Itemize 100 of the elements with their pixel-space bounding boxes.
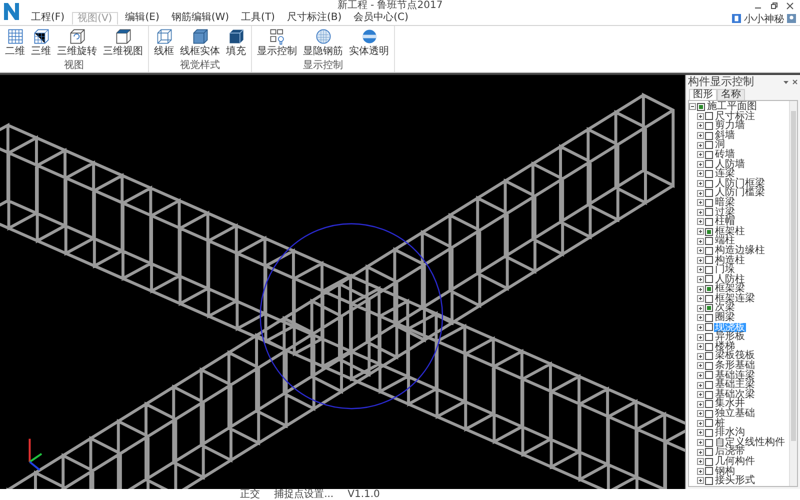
tree-item[interactable]: 砖墙 [714, 150, 736, 160]
checkbox[interactable] [705, 410, 713, 418]
expand-icon[interactable] [697, 420, 704, 427]
ribbon-button[interactable]: 二维 [3, 28, 27, 60]
expand-icon[interactable] [697, 362, 704, 370]
tree-item[interactable]: 构造边缘柱 [714, 246, 766, 256]
panel-tab[interactable]: 图形 [689, 89, 717, 100]
checkbox[interactable] [705, 198, 713, 207]
expand-icon[interactable] [697, 256, 704, 264]
expand-icon[interactable] [697, 382, 704, 389]
checkbox[interactable] [705, 400, 713, 408]
checkbox[interactable] [705, 323, 713, 332]
checkbox[interactable] [705, 294, 713, 303]
checkbox[interactable] [697, 102, 705, 111]
dropdown-icon[interactable] [783, 79, 789, 85]
checkbox[interactable] [705, 170, 713, 178]
checkbox[interactable] [705, 160, 713, 168]
expand-icon[interactable] [697, 295, 704, 302]
close-icon[interactable] [792, 79, 798, 85]
expand-icon[interactable] [697, 199, 704, 206]
expand-icon[interactable] [697, 448, 704, 456]
checkbox[interactable] [705, 448, 713, 456]
status-item[interactable]: V1.1.0 [348, 489, 380, 500]
expand-icon[interactable] [697, 247, 704, 254]
expand-icon[interactable] [697, 170, 704, 178]
expand-icon[interactable] [697, 180, 704, 188]
tree-item[interactable]: 基础主梁 [714, 380, 756, 390]
checkbox[interactable] [705, 381, 713, 390]
status-item[interactable]: 正交 [240, 489, 260, 500]
checkbox[interactable] [705, 438, 713, 447]
checkbox[interactable] [705, 352, 713, 360]
orbit-circle[interactable] [260, 223, 444, 410]
tree-item[interactable]: 端柱 [714, 236, 736, 246]
ribbon-button[interactable]: 实体透明 [347, 28, 391, 60]
tree-item[interactable]: 几何构件 [714, 456, 756, 467]
expand-icon[interactable] [697, 304, 704, 312]
tree-item[interactable]: 后浇带 [714, 447, 746, 457]
checkbox[interactable] [705, 371, 713, 380]
checkbox[interactable] [705, 362, 713, 370]
expand-icon[interactable] [697, 190, 704, 197]
checkbox[interactable] [705, 208, 713, 216]
tree-item[interactable]: 人防墙 [714, 160, 746, 170]
expand-icon[interactable] [697, 238, 704, 245]
checkbox[interactable] [705, 333, 713, 342]
tree-item[interactable]: 排水沟 [714, 428, 746, 438]
expand-icon[interactable] [697, 410, 704, 418]
close-icon[interactable] [786, 2, 794, 10]
checkbox[interactable] [705, 256, 713, 264]
tree-item[interactable]: 桩 [714, 418, 726, 428]
ribbon-button[interactable]: 三维视图 [101, 28, 145, 60]
tree-item[interactable]: 框架柱 [714, 226, 746, 236]
tree-item[interactable]: 基础次梁 [714, 390, 756, 400]
expand-icon[interactable] [697, 286, 704, 293]
tree-item[interactable]: 暗梁 [714, 198, 736, 208]
tree-item[interactable]: 基础连梁 [714, 370, 756, 380]
checkbox[interactable] [705, 342, 713, 351]
checkbox[interactable] [705, 476, 713, 485]
ribbon-button[interactable]: 显示控制 [255, 28, 299, 60]
tree-item[interactable]: 构造柱 [714, 256, 746, 266]
expand-icon[interactable] [697, 160, 704, 168]
checkbox[interactable] [705, 419, 713, 428]
expand-icon[interactable] [697, 122, 704, 130]
tree-item[interactable]: 门垛 [714, 265, 736, 275]
expand-icon[interactable] [697, 352, 704, 360]
checkbox[interactable] [705, 390, 713, 399]
status-item[interactable]: 捕捉点设置... [274, 489, 334, 500]
expand-icon[interactable] [697, 468, 704, 475]
checkbox[interactable] [705, 314, 713, 322]
ribbon-button[interactable]: 线框 [152, 28, 176, 60]
tree-item[interactable]: 施工平面图 [706, 102, 758, 112]
tree-item[interactable]: 人防门框梁 [714, 178, 766, 188]
tree-item[interactable]: 框架连梁 [714, 294, 756, 304]
expand-icon[interactable] [697, 266, 704, 274]
checkbox[interactable] [705, 304, 713, 312]
expand-icon[interactable] [697, 314, 704, 322]
expand-icon[interactable] [697, 391, 704, 398]
menu-tab[interactable]: 会员中心(C) [348, 12, 414, 25]
expand-icon[interactable] [697, 477, 704, 484]
menu-tab[interactable]: 尺寸标注(B) [282, 12, 347, 25]
menu-tab[interactable]: 工程(F) [26, 12, 70, 25]
expand-icon[interactable] [697, 132, 704, 140]
tree-item[interactable]: 条形基础 [714, 361, 756, 371]
checkbox[interactable] [705, 150, 713, 159]
expand-icon[interactable] [697, 334, 704, 341]
expand-icon[interactable] [697, 458, 704, 466]
tree-item[interactable]: 斜墙 [714, 130, 736, 140]
checkbox[interactable] [705, 141, 713, 150]
tree-item[interactable]: 人防柱 [714, 274, 746, 284]
checkbox[interactable] [705, 428, 713, 437]
tree-item[interactable]: 独立基础 [714, 409, 756, 419]
expand-icon[interactable] [697, 372, 704, 379]
expand-icon[interactable] [697, 400, 704, 408]
tree-item[interactable]: 圈梁 [714, 313, 736, 323]
ribbon-button[interactable]: 三维旋转 [55, 28, 99, 60]
expand-icon[interactable] [697, 218, 704, 226]
tree-item[interactable]: 异形板 [714, 332, 746, 342]
tree-item[interactable]: 连梁 [714, 169, 736, 179]
expand-icon[interactable] [697, 324, 704, 331]
skin-icon[interactable] [732, 14, 741, 23]
checkbox[interactable] [705, 467, 713, 476]
